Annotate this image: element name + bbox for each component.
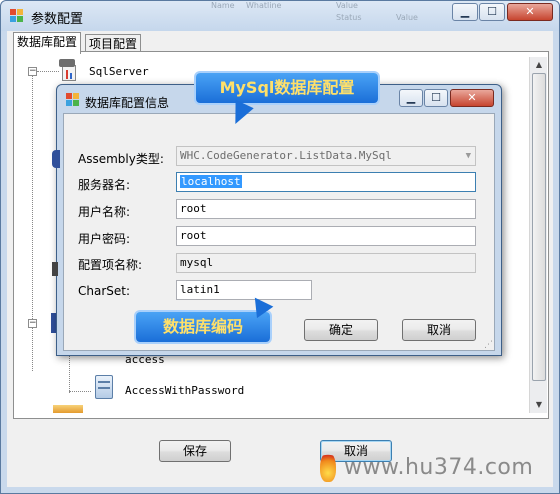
close-button[interactable]: ✕ <box>507 3 553 21</box>
tree-item-access-with-password[interactable]: AccessWithPassword <box>125 384 244 397</box>
tree-expander[interactable]: − <box>28 67 37 76</box>
maximize-button[interactable]: ☐ <box>424 89 448 107</box>
database-icon <box>59 59 79 83</box>
watermark-text: www.hu374.com <box>344 455 534 480</box>
minimize-button[interactable]: ▁ <box>452 3 478 21</box>
background-text: Name <box>211 1 235 10</box>
maximize-button[interactable]: ☐ <box>479 3 505 21</box>
window-title: 参数配置 <box>31 12 84 27</box>
dialog-title: 数据库配置信息 <box>85 96 170 110</box>
database-icon <box>52 150 60 168</box>
app-icon <box>10 9 24 23</box>
chevron-down-icon: ▼ <box>465 151 471 161</box>
assembly-type-label: Assembly类型: <box>78 152 164 166</box>
ok-button[interactable]: 确定 <box>304 319 378 341</box>
background-text: Value <box>336 1 358 10</box>
db-config-dialog: 数据库配置信息 ▁ ☐ ✕ Assembly类型: WHC.CodeGenera… <box>56 84 502 356</box>
scroll-up-icon[interactable]: ▲ <box>531 57 547 73</box>
config-name-label: 配置项名称: <box>78 258 143 272</box>
folder-icon <box>53 405 83 413</box>
flame-logo-icon <box>316 446 340 486</box>
username-label: 用户名称: <box>78 205 131 219</box>
password-input[interactable]: root <box>176 226 476 246</box>
database-icon <box>52 262 58 276</box>
close-button[interactable]: ✕ <box>450 89 494 107</box>
save-button[interactable]: 保存 <box>159 440 231 462</box>
close-icon: ✕ <box>467 91 477 104</box>
config-name-input[interactable]: mysql <box>176 253 476 273</box>
dialog-client-area: Assembly类型: WHC.CodeGenerator.ListData.M… <box>63 113 495 351</box>
scrollbar-thumb[interactable] <box>532 73 546 381</box>
maximize-icon: ☐ <box>487 5 497 18</box>
minimize-button[interactable]: ▁ <box>399 89 423 107</box>
tab-database-config[interactable]: 数据库配置 <box>13 32 82 54</box>
background-text: Status <box>336 13 362 22</box>
minimize-icon: ▁ <box>406 91 416 104</box>
background-text: Value <box>396 13 418 22</box>
scroll-down-icon[interactable]: ▼ <box>531 397 547 413</box>
tree-item-sqlserver[interactable]: SqlServer <box>89 65 149 78</box>
outer-titlebar[interactable]: 参数配置 Name Whatline Value Status Value ▁ … <box>1 1 559 31</box>
charset-label: CharSet: <box>78 284 131 298</box>
app-icon <box>66 93 80 107</box>
assembly-type-select[interactable]: WHC.CodeGenerator.ListData.MySql ▼ <box>176 146 476 166</box>
resize-grip-icon[interactable]: ⋰ <box>484 340 494 350</box>
tree-expander[interactable]: − <box>28 319 37 328</box>
background-text: Whatline <box>246 1 282 10</box>
minimize-icon: ▁ <box>460 5 470 18</box>
password-label: 用户密码: <box>78 232 131 246</box>
tree-scrollbar[interactable]: ▲ ▼ <box>529 57 547 413</box>
username-input[interactable]: root <box>176 199 476 219</box>
close-icon: ✕ <box>525 5 535 18</box>
charset-input[interactable]: latin1 <box>176 280 312 300</box>
dialog-cancel-button[interactable]: 取消 <box>402 319 476 341</box>
maximize-icon: ☐ <box>431 91 441 104</box>
callout-db-encoding: 数据库编码 <box>136 312 270 342</box>
callout-mysql-config: MySql数据库配置 <box>196 73 378 103</box>
server-name-label: 服务器名: <box>78 178 131 192</box>
access-db-icon <box>93 373 115 401</box>
server-name-input[interactable]: localhost <box>176 172 476 192</box>
